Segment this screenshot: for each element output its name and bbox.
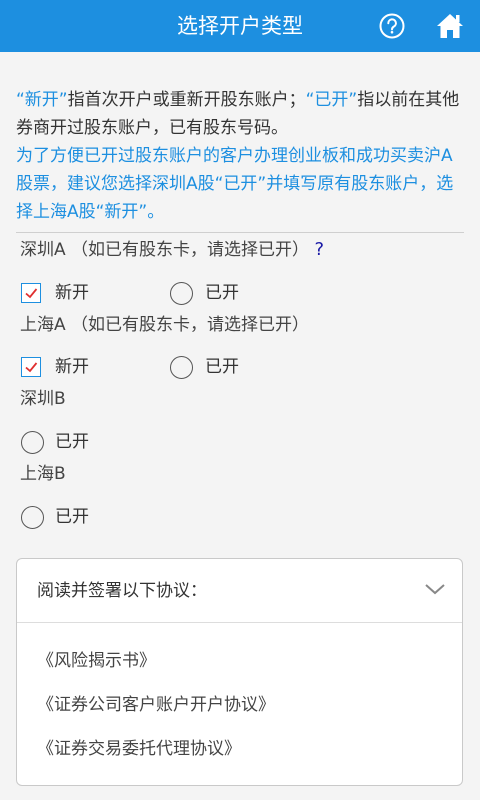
- shanghai-b-opened-label: 已开: [55, 507, 89, 527]
- question-hint[interactable]: ?: [314, 239, 324, 260]
- market-label-shenzhen-b: 深圳B: [20, 389, 66, 409]
- shenzhen-a-opened-radio[interactable]: [170, 282, 193, 305]
- agreements-heading: 阅读并签署以下协议：: [37, 581, 207, 601]
- market-label-shenzhen-a: 深圳A （如已有股东卡，请选择已开） ?: [20, 237, 324, 263]
- help-icon[interactable]: [379, 13, 405, 39]
- shanghai-a-new-checkbox[interactable]: [21, 357, 41, 377]
- shanghai-a-opened-radio[interactable]: [170, 356, 193, 379]
- page-title: 选择开户类型: [177, 14, 303, 38]
- check-icon: [25, 288, 38, 299]
- market-label-text: 深圳A （如已有股东卡，请选择已开）: [20, 240, 310, 260]
- agreements-panel: 阅读并签署以下协议： 《风险揭示书》 《证券公司客户账户开户协议》 《证券交易委…: [16, 558, 463, 786]
- agreements-header[interactable]: 阅读并签署以下协议：: [17, 559, 462, 623]
- shanghai-b-opened-radio[interactable]: [21, 506, 44, 529]
- intro-new-desc: 指首次开户或重新开股东账户；: [67, 90, 306, 110]
- intro-opened-term: “已开”: [305, 90, 358, 110]
- home-icon[interactable]: [436, 12, 464, 40]
- intro-text: “新开”指首次开户或重新开股东账户；“已开”指以前在其他券商开过股东账户，已有股…: [16, 86, 468, 226]
- agreement-link-risk[interactable]: 《风险揭示书》: [37, 649, 156, 673]
- top-bar: 选择开户类型: [0, 0, 480, 52]
- market-label-shanghai-b: 上海B: [20, 464, 66, 484]
- shenzhen-a-new-checkbox[interactable]: [21, 283, 41, 303]
- intro-advice: 为了方便已开过股东账户的客户办理创业板和成功买卖沪A股票，建议您选择深圳A股“已…: [16, 146, 454, 222]
- shanghai-a-new-label: 新开: [55, 357, 89, 377]
- shenzhen-a-new-label: 新开: [55, 283, 89, 303]
- agreement-link-account[interactable]: 《证券公司客户账户开户协议》: [37, 693, 275, 717]
- agreement-link-trading[interactable]: 《证券交易委托代理协议》: [37, 737, 241, 761]
- market-label-shanghai-a: 上海A （如已有股东卡，请选择已开）: [20, 315, 310, 335]
- shenzhen-b-opened-label: 已开: [55, 432, 89, 452]
- shenzhen-a-opened-label: 已开: [205, 283, 239, 303]
- shanghai-a-opened-label: 已开: [205, 357, 239, 377]
- chevron-down-icon[interactable]: [424, 581, 446, 597]
- shenzhen-b-opened-radio[interactable]: [21, 431, 44, 454]
- intro-new-term: “新开”: [16, 90, 68, 110]
- divider: [16, 232, 464, 233]
- check-icon: [25, 362, 38, 373]
